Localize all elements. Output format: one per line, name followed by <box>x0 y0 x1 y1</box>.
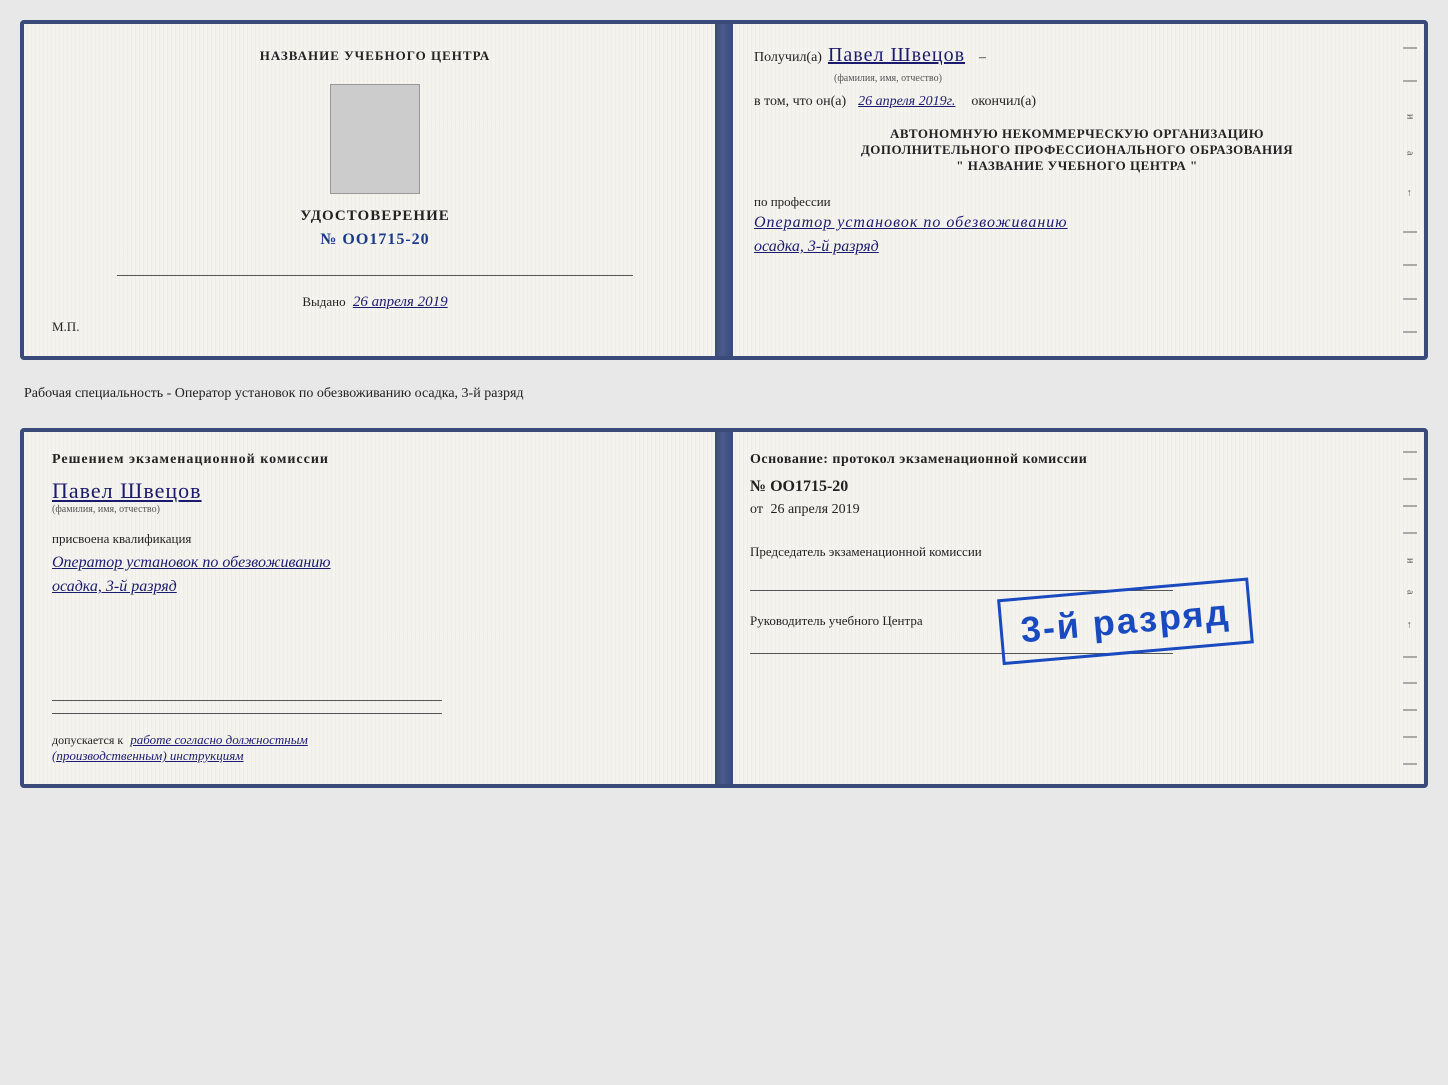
completion-date: 26 апреля 2019г. <box>858 94 955 110</box>
finished-label: окончил(а) <box>971 94 1036 110</box>
fio-label-top: (фамилия, имя, отчество) <box>834 73 1400 84</box>
bottom-card-left: Решением экзаменационной комиссии Павел … <box>24 432 726 784</box>
bottom-edge-dash-7 <box>1403 709 1417 711</box>
date-row-bottom: от 26 апреля 2019 <box>750 502 1400 518</box>
in-that-prefix: в том, что он(а) <box>754 94 846 110</box>
decision-title: Решением экзаменационной комиссии <box>52 452 702 468</box>
profession-value1: Оператор установок по обезвоживанию <box>754 214 1400 232</box>
edge-dash-5 <box>1403 298 1417 300</box>
top-document-card: НАЗВАНИЕ УЧЕБНОГО ЦЕНТРА УДОСТОВЕРЕНИЕ №… <box>20 20 1428 360</box>
bottom-right-edge-decoration: и а ← <box>1396 432 1424 784</box>
bottom-edge-text-arrow: ← <box>1405 620 1416 631</box>
cert-number: № OO1715-20 <box>320 231 429 249</box>
bottom-edge-dash-6 <box>1403 682 1417 684</box>
bottom-edge-dash-9 <box>1403 763 1417 765</box>
name-block: Павел Швецов (фамилия, имя, отчество) <box>52 478 702 515</box>
top-left-title: НАЗВАНИЕ УЧЕБНОГО ЦЕНТРА <box>260 48 491 64</box>
qualification-line1: Оператор установок по обезвоживанию <box>52 551 702 575</box>
bottom-edge-text-i: и <box>1405 558 1416 564</box>
edge-text-a: а <box>1405 151 1416 156</box>
qualification-line2: осадка, 3-й разряд <box>52 575 702 599</box>
inst-line2: ДОПОЛНИТЕЛЬНОГО ПРОФЕССИОНАЛЬНОГО ОБРАЗО… <box>754 142 1400 158</box>
top-card-right: Получил(а) Павел Швецов – (фамилия, имя,… <box>726 24 1424 356</box>
bottom-edge-dash-4 <box>1403 532 1417 534</box>
photo-placeholder <box>330 84 420 194</box>
edge-dash-4 <box>1403 264 1417 266</box>
bottom-edge-dash-3 <box>1403 505 1417 507</box>
chairman-label: Председатель экзаменационной комиссии <box>750 544 1400 560</box>
bottom-edge-dash-5 <box>1403 656 1417 658</box>
top-card-left: НАЗВАНИЕ УЧЕБНОГО ЦЕНТРА УДОСТОВЕРЕНИЕ №… <box>24 24 726 356</box>
bottom-spine-divider <box>715 432 733 784</box>
allowed-value1: работе согласно должностным <box>130 732 308 747</box>
cert-title: УДОСТОВЕРЕНИЕ <box>300 208 450 225</box>
issued-label: Выдано <box>302 294 345 309</box>
protocol-number: № OO1715-20 <box>750 478 1400 496</box>
spine-divider <box>715 24 733 356</box>
edge-dash-3 <box>1403 231 1417 233</box>
bottom-edge-dash-8 <box>1403 736 1417 738</box>
edge-dash-2 <box>1403 80 1417 82</box>
date-value-bottom: 26 апреля 2019 <box>770 502 859 517</box>
allowed-value2: (производственным) инструкциям <box>52 748 244 763</box>
date-prefix-bottom: от <box>750 502 763 517</box>
sig-line-1 <box>52 700 442 701</box>
bottom-card-right: Основание: протокол экзаменационной коми… <box>726 432 1424 784</box>
recipient-name: Павел Швецов <box>828 44 965 67</box>
bottom-edge-text-a: а <box>1405 590 1416 595</box>
institution-block: АВТОНОМНУЮ НЕКОММЕРЧЕСКУЮ ОРГАНИЗАЦИЮ ДО… <box>754 126 1400 174</box>
bottom-person-name: Павел Швецов <box>52 478 702 504</box>
stamp-text: 3-й разряд <box>1019 592 1232 650</box>
edge-text-i: и <box>1405 114 1416 120</box>
issued-date: 26 апреля 2019 <box>353 294 448 310</box>
basis-label: Основание: протокол экзаменационной коми… <box>750 452 1400 468</box>
signature-lines-bottom <box>52 678 702 716</box>
issued-row: Выдано 26 апреля 2019 <box>302 294 447 311</box>
received-prefix: Получил(а) <box>754 50 822 66</box>
bottom-fio-label: (фамилия, имя, отчество) <box>52 504 702 515</box>
profession-value2: осадка, 3-й разряд <box>754 238 1400 256</box>
mp-label: М.П. <box>52 319 79 335</box>
assigned-label: присвоена квалификация <box>52 531 702 547</box>
line-separator-1 <box>117 275 634 276</box>
edge-dash-1 <box>1403 47 1417 49</box>
bottom-document-card: Решением экзаменационной комиссии Павел … <box>20 428 1428 788</box>
right-edge-decoration: и а ← <box>1396 24 1424 356</box>
profession-prefix: по профессии <box>754 194 1400 210</box>
received-row: Получил(а) Павел Швецов – <box>754 44 1400 67</box>
inst-line1: АВТОНОМНУЮ НЕКОММЕРЧЕСКУЮ ОРГАНИЗАЦИЮ <box>754 126 1400 142</box>
dash-symbol: – <box>979 50 986 66</box>
inst-line3: " НАЗВАНИЕ УЧЕБНОГО ЦЕНТРА " <box>754 158 1400 174</box>
page-wrapper: НАЗВАНИЕ УЧЕБНОГО ЦЕНТРА УДОСТОВЕРЕНИЕ №… <box>20 20 1428 788</box>
sig-line-2 <box>52 713 442 714</box>
separator-label: Рабочая специальность - Оператор установ… <box>24 378 1424 410</box>
edge-text-arrow: ← <box>1405 188 1416 199</box>
in-that-row: в том, что он(а) 26 апреля 2019г. окончи… <box>754 94 1400 110</box>
bottom-edge-dash-2 <box>1403 478 1417 480</box>
allowed-prefix: допускается к <box>52 733 123 747</box>
bottom-edge-dash-1 <box>1403 451 1417 453</box>
allowed-label: допускается к работе согласно должностны… <box>52 732 702 764</box>
edge-dash-6 <box>1403 331 1417 333</box>
